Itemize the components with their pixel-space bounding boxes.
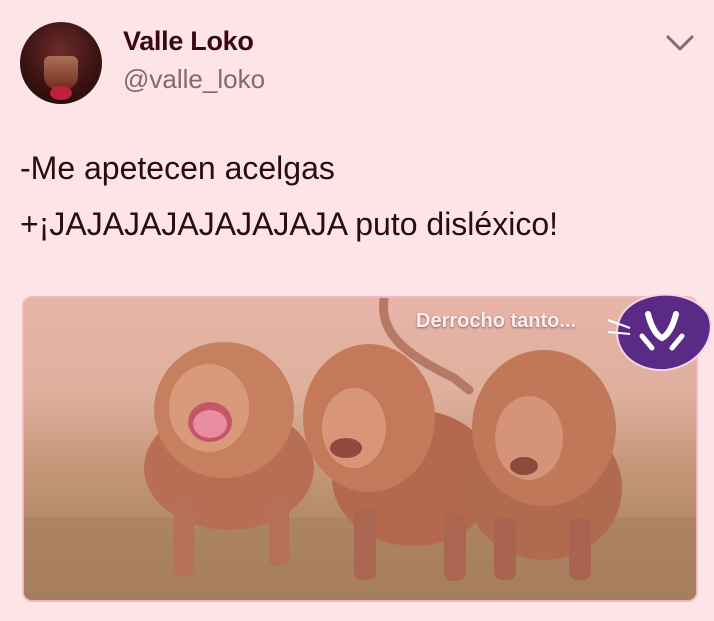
tweet-card: Valle Loko @valle_loko -Me apetecen acel… — [0, 0, 714, 621]
media-image[interactable]: Derrocho tanto... — [22, 296, 698, 602]
tweet-line-2: +¡JAJAJAJAJAJAJAJA puto disléxico! — [20, 206, 558, 242]
beer-label-image — [50, 86, 72, 100]
lions-photo — [24, 298, 696, 600]
tweet-line-1: -Me apetecen acelgas — [20, 150, 335, 186]
author-name[interactable]: Valle Loko — [123, 26, 254, 57]
chevron-down-icon[interactable] — [664, 28, 696, 56]
avatar[interactable] — [20, 22, 102, 104]
author-handle[interactable]: @valle_loko — [123, 64, 265, 95]
watermark-text: Derrocho tanto... — [416, 310, 577, 332]
cat-face-icon — [608, 293, 712, 372]
beer-glass-image — [44, 56, 78, 90]
tweet-text: -Me apetecen acelgas +¡JAJAJAJAJAJAJAJA … — [20, 140, 700, 252]
